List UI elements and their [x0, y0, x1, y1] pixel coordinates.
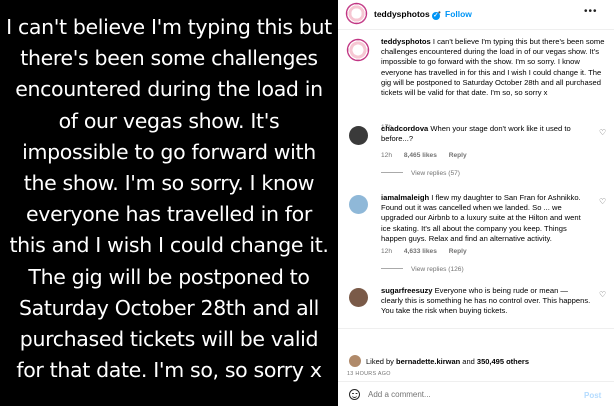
- comment-meta: 12h 8,465 likes Reply: [381, 152, 477, 159]
- image-text-line: encountered during the load in: [15, 77, 323, 102]
- comment-time: 12h: [381, 248, 393, 255]
- image-text-line: there's been some challenges: [20, 46, 318, 71]
- post-image: I can't believe I'm typing this but ther…: [0, 0, 338, 406]
- comment-meta: 12h 4,633 likes Reply: [381, 248, 477, 255]
- image-text-line: I can't believe I'm typing this but: [6, 15, 332, 39]
- image-text-line: The gig will be postponed to: [28, 264, 310, 289]
- post-comment-button[interactable]: Post: [584, 391, 601, 400]
- view-replies-label[interactable]: View replies (57): [411, 170, 460, 177]
- author-username-row[interactable]: teddysphotos ✓: [374, 9, 440, 20]
- comment-username[interactable]: chadcordova: [381, 124, 428, 133]
- caption-text: I can't believe I'm typing this but ther…: [381, 37, 605, 98]
- comment-body: chadcordova When your stage don't work l…: [381, 124, 591, 144]
- replies-divider: [381, 268, 403, 269]
- like-comment-heart-icon[interactable]: ♡: [599, 197, 606, 206]
- post-actions-bar: [338, 328, 614, 356]
- comment-likes[interactable]: 4,633 likes: [404, 248, 437, 255]
- image-text-line: for that date. I'm so, so sorry x: [16, 358, 322, 383]
- image-text-line: of our vegas show. It's: [58, 108, 280, 133]
- image-text-line: everyone has travelled in for: [26, 202, 312, 227]
- more-options-icon[interactable]: •••: [584, 6, 598, 17]
- commenter-avatar[interactable]: [349, 195, 368, 214]
- likes-count[interactable]: 350,495 others: [477, 357, 529, 366]
- image-text-line: Saturday October 28th and all: [19, 295, 319, 320]
- comment-username[interactable]: iamalmaleigh: [381, 193, 429, 202]
- author-avatar[interactable]: [347, 4, 366, 23]
- reply-button[interactable]: Reply: [449, 248, 467, 255]
- image-text-line: the show. I'm so sorry. I know: [23, 171, 315, 196]
- liker-avatar[interactable]: [349, 355, 361, 367]
- comment-body: iamalmaleigh I flew my daughter to San F…: [381, 193, 591, 244]
- view-replies-button[interactable]: View replies (57): [381, 170, 460, 177]
- add-comment-input[interactable]: [368, 387, 568, 402]
- commenter-avatar[interactable]: [349, 126, 368, 145]
- reply-button[interactable]: Reply: [449, 152, 467, 159]
- likes-text: Liked by bernadette.kirwan and 350,495 o…: [366, 357, 529, 366]
- comment-body: sugarfreesuzy Everyone who is being rude…: [381, 286, 591, 317]
- post-header: teddysphotos ✓ • Follow •••: [338, 0, 614, 30]
- liker-username[interactable]: bernadette.kirwan: [396, 357, 460, 366]
- comment-likes[interactable]: 8,465 likes: [404, 152, 437, 159]
- likes-middle: and: [460, 357, 477, 366]
- image-text-line: purchased tickets will be valid: [19, 327, 319, 352]
- post-image-text: I can't believe I'm typing this but ther…: [0, 12, 338, 386]
- comment-username[interactable]: sugarfreesuzy: [381, 286, 433, 295]
- replies-divider: [381, 172, 403, 173]
- image-text-line: impossible to go forward with: [22, 139, 316, 164]
- post-timestamp[interactable]: 13 HOURS AGO: [347, 371, 391, 377]
- likes-summary: Liked by bernadette.kirwan and 350,495 o…: [346, 355, 608, 369]
- author-username[interactable]: teddysphotos: [374, 9, 430, 19]
- separator-dot: •: [438, 8, 441, 17]
- add-comment-bar: Post: [338, 381, 614, 406]
- post-sidebar: teddysphotos ✓ • Follow ••• teddysphotos …: [338, 0, 614, 406]
- view-replies-label[interactable]: View replies (126): [411, 266, 464, 273]
- likes-prefix: Liked by: [366, 357, 397, 366]
- follow-button[interactable]: Follow: [445, 9, 472, 19]
- like-comment-heart-icon[interactable]: ♡: [599, 290, 606, 299]
- emoji-icon[interactable]: [349, 389, 360, 400]
- view-replies-button[interactable]: View replies (126): [381, 266, 464, 273]
- image-text-line: this and I wish I could change it.: [9, 233, 329, 258]
- comment-time: 12h: [381, 152, 393, 159]
- commenter-avatar[interactable]: [349, 288, 368, 307]
- like-comment-heart-icon[interactable]: ♡: [599, 128, 606, 137]
- caption-username[interactable]: teddysphotos: [381, 37, 431, 46]
- caption-avatar[interactable]: [348, 40, 368, 60]
- caption-body: teddysphotos I can't believe I'm typing …: [381, 37, 608, 98]
